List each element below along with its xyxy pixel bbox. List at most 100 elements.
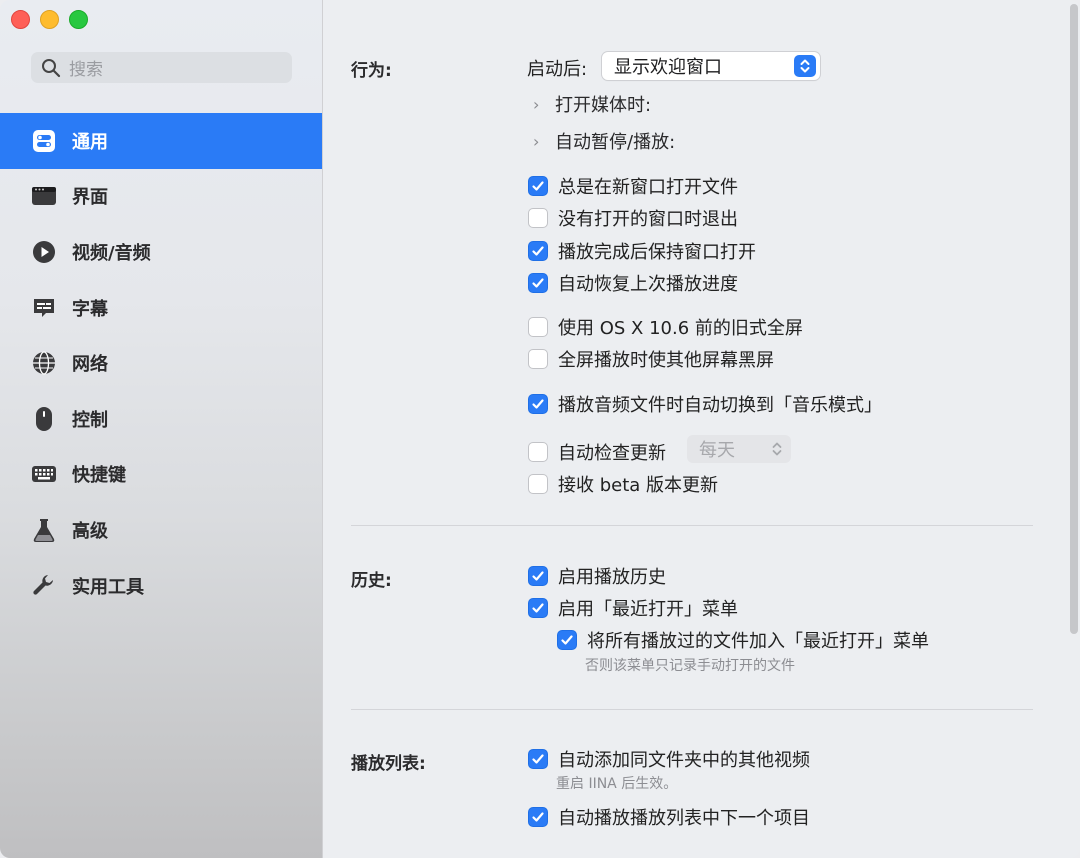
option-auto-play-next[interactable]: 自动播放播放列表中下一个项目 [528,804,810,830]
sidebar-item-video-audio[interactable]: 视频/音频 [0,224,322,280]
sidebar-item-control[interactable]: 控制 [0,391,322,447]
section-label-history: 历史: [351,571,392,591]
checkbox-label: 启用「最近打开」菜单 [558,599,738,620]
checkbox[interactable] [528,241,548,261]
checkbox[interactable] [528,349,548,369]
sidebar-item-label: 快捷键 [72,465,126,487]
search-icon [42,58,61,77]
vertical-scrollbar[interactable] [1068,0,1078,858]
wrench-icon [31,573,57,599]
after-launch-popup[interactable]: 显示欢迎窗口 [602,52,820,80]
preferences-window: 搜索 通用 界面 视频/音频 字幕 网络 控制 快捷键 高级 实用工具 行为: … [0,0,1080,858]
sidebar-item-general[interactable]: 通用 [0,113,322,169]
open-media-label: 打开媒体时: [555,95,652,116]
checkbox[interactable] [528,394,548,414]
option-auto-add-folder-videos[interactable]: 自动添加同文件夹中的其他视频 [528,746,810,772]
popup-stepper-icon [794,55,816,77]
mouse-icon [31,406,57,432]
section-label-playlist: 播放列表: [351,754,426,774]
option-blackout-screens[interactable]: 全屏播放时使其他屏幕黑屏 [528,346,774,372]
play-circle-icon [31,239,57,265]
update-frequency-popup[interactable]: 每天 [687,435,791,463]
option-recent-menu[interactable]: 启用「最近打开」菜单 [528,595,738,621]
chevron-updown-icon [772,442,782,456]
sidebar-item-label: 控制 [72,409,108,431]
checkbox-label: 自动检查更新 [558,443,666,464]
auto-pause-label: 自动暂停/播放: [555,132,676,153]
checkbox-label: 播放完成后保持窗口打开 [558,242,756,263]
section-divider [351,525,1033,526]
preferences-pane: 行为: 启动后: 显示欢迎窗口 › 打开媒体时: › 自动暂停/播放: 总是在新… [323,0,1080,858]
sidebar-item-utilities[interactable]: 实用工具 [0,558,322,614]
close-window-button[interactable] [11,10,30,29]
after-launch-label-text: 启动后: [527,59,588,80]
sidebar-item-label: 网络 [72,354,108,376]
option-legacy-fullscreen[interactable]: 使用 OS X 10.6 前的旧式全屏 [528,314,803,340]
search-placeholder: 搜索 [69,60,103,80]
flask-icon [31,517,57,543]
subtitle-bubble-icon [31,295,57,321]
window-icon [31,183,57,209]
option-quit-when-no-window[interactable]: 没有打开的窗口时退出 [528,205,738,231]
option-check-updates[interactable]: 自动检查更新 [528,439,666,465]
auto-pause-disclosure[interactable]: › 自动暂停/播放: [533,128,675,154]
sidebar: 搜索 通用 界面 视频/音频 字幕 网络 控制 快捷键 高级 实用工具 [0,0,323,858]
checkbox-label: 播放音频文件时自动切换到「音乐模式」 [558,395,882,416]
checkbox-label: 启用播放历史 [558,567,666,588]
section-divider [351,709,1033,710]
search-field[interactable]: 搜索 [31,52,292,83]
sidebar-item-interface[interactable]: 界面 [0,169,322,225]
sidebar-item-label: 通用 [72,131,108,153]
checkbox[interactable] [528,176,548,196]
zoom-window-button[interactable] [69,10,88,29]
option-resume-playback[interactable]: 自动恢复上次播放进度 [528,270,738,296]
option-beta-updates[interactable]: 接收 beta 版本更新 [528,471,718,497]
sidebar-nav: 通用 界面 视频/音频 字幕 网络 控制 快捷键 高级 实用工具 [0,113,322,613]
checkbox[interactable] [528,598,548,618]
sidebar-item-label: 字幕 [72,298,108,320]
checkbox-label: 总是在新窗口打开文件 [558,177,738,198]
sidebar-item-shortcuts[interactable]: 快捷键 [0,447,322,503]
sidebar-item-advanced[interactable]: 高级 [0,502,322,558]
option-add-all-to-recent[interactable]: 将所有播放过的文件加入「最近打开」菜单 [557,627,929,653]
sidebar-item-label: 实用工具 [72,576,144,598]
restart-hint: 重启 IINA 后生效。 [556,776,678,792]
sidebar-item-network[interactable]: 网络 [0,335,322,391]
checkbox-label: 自动播放播放列表中下一个项目 [558,808,810,829]
chevron-right-icon: › [533,94,540,114]
checkbox-label: 全屏播放时使其他屏幕黑屏 [558,350,774,371]
minimize-window-button[interactable] [40,10,59,29]
option-always-new-window[interactable]: 总是在新窗口打开文件 [528,173,738,199]
option-keep-window-open[interactable]: 播放完成后保持窗口打开 [528,238,756,264]
checkbox[interactable] [557,630,577,650]
checkbox[interactable] [528,807,548,827]
sidebar-item-label: 视频/音频 [72,242,151,264]
checkbox-label: 使用 OS X 10.6 前的旧式全屏 [558,318,803,339]
section-label-behavior: 行为: [351,61,392,81]
recent-menu-hint: 否则该菜单只记录手动打开的文件 [585,658,795,674]
checkbox[interactable] [528,474,548,494]
checkbox-label: 自动添加同文件夹中的其他视频 [558,750,810,771]
checkbox[interactable] [528,566,548,586]
general-toggle-icon [31,128,57,154]
update-frequency-value: 每天 [699,440,735,461]
checkbox-label: 自动恢复上次播放进度 [558,274,738,295]
after-launch-value: 显示欢迎窗口 [614,57,722,78]
checkbox[interactable] [528,317,548,337]
checkbox[interactable] [528,208,548,228]
checkbox-label: 接收 beta 版本更新 [558,475,719,496]
keyboard-icon [31,461,57,487]
scrollbar-thumb[interactable] [1070,4,1078,634]
option-enable-history[interactable]: 启用播放历史 [528,563,666,589]
open-media-disclosure[interactable]: › 打开媒体时: [533,91,651,117]
chevron-right-icon: › [533,131,540,151]
checkbox[interactable] [528,749,548,769]
sidebar-item-subtitles[interactable]: 字幕 [0,280,322,336]
checkbox-label: 将所有播放过的文件加入「最近打开」菜单 [587,631,929,652]
checkbox[interactable] [528,442,548,462]
option-music-mode[interactable]: 播放音频文件时自动切换到「音乐模式」 [528,391,882,417]
checkbox-label: 没有打开的窗口时退出 [558,209,738,230]
sidebar-item-label: 界面 [72,187,108,209]
globe-icon [31,350,57,376]
checkbox[interactable] [528,273,548,293]
